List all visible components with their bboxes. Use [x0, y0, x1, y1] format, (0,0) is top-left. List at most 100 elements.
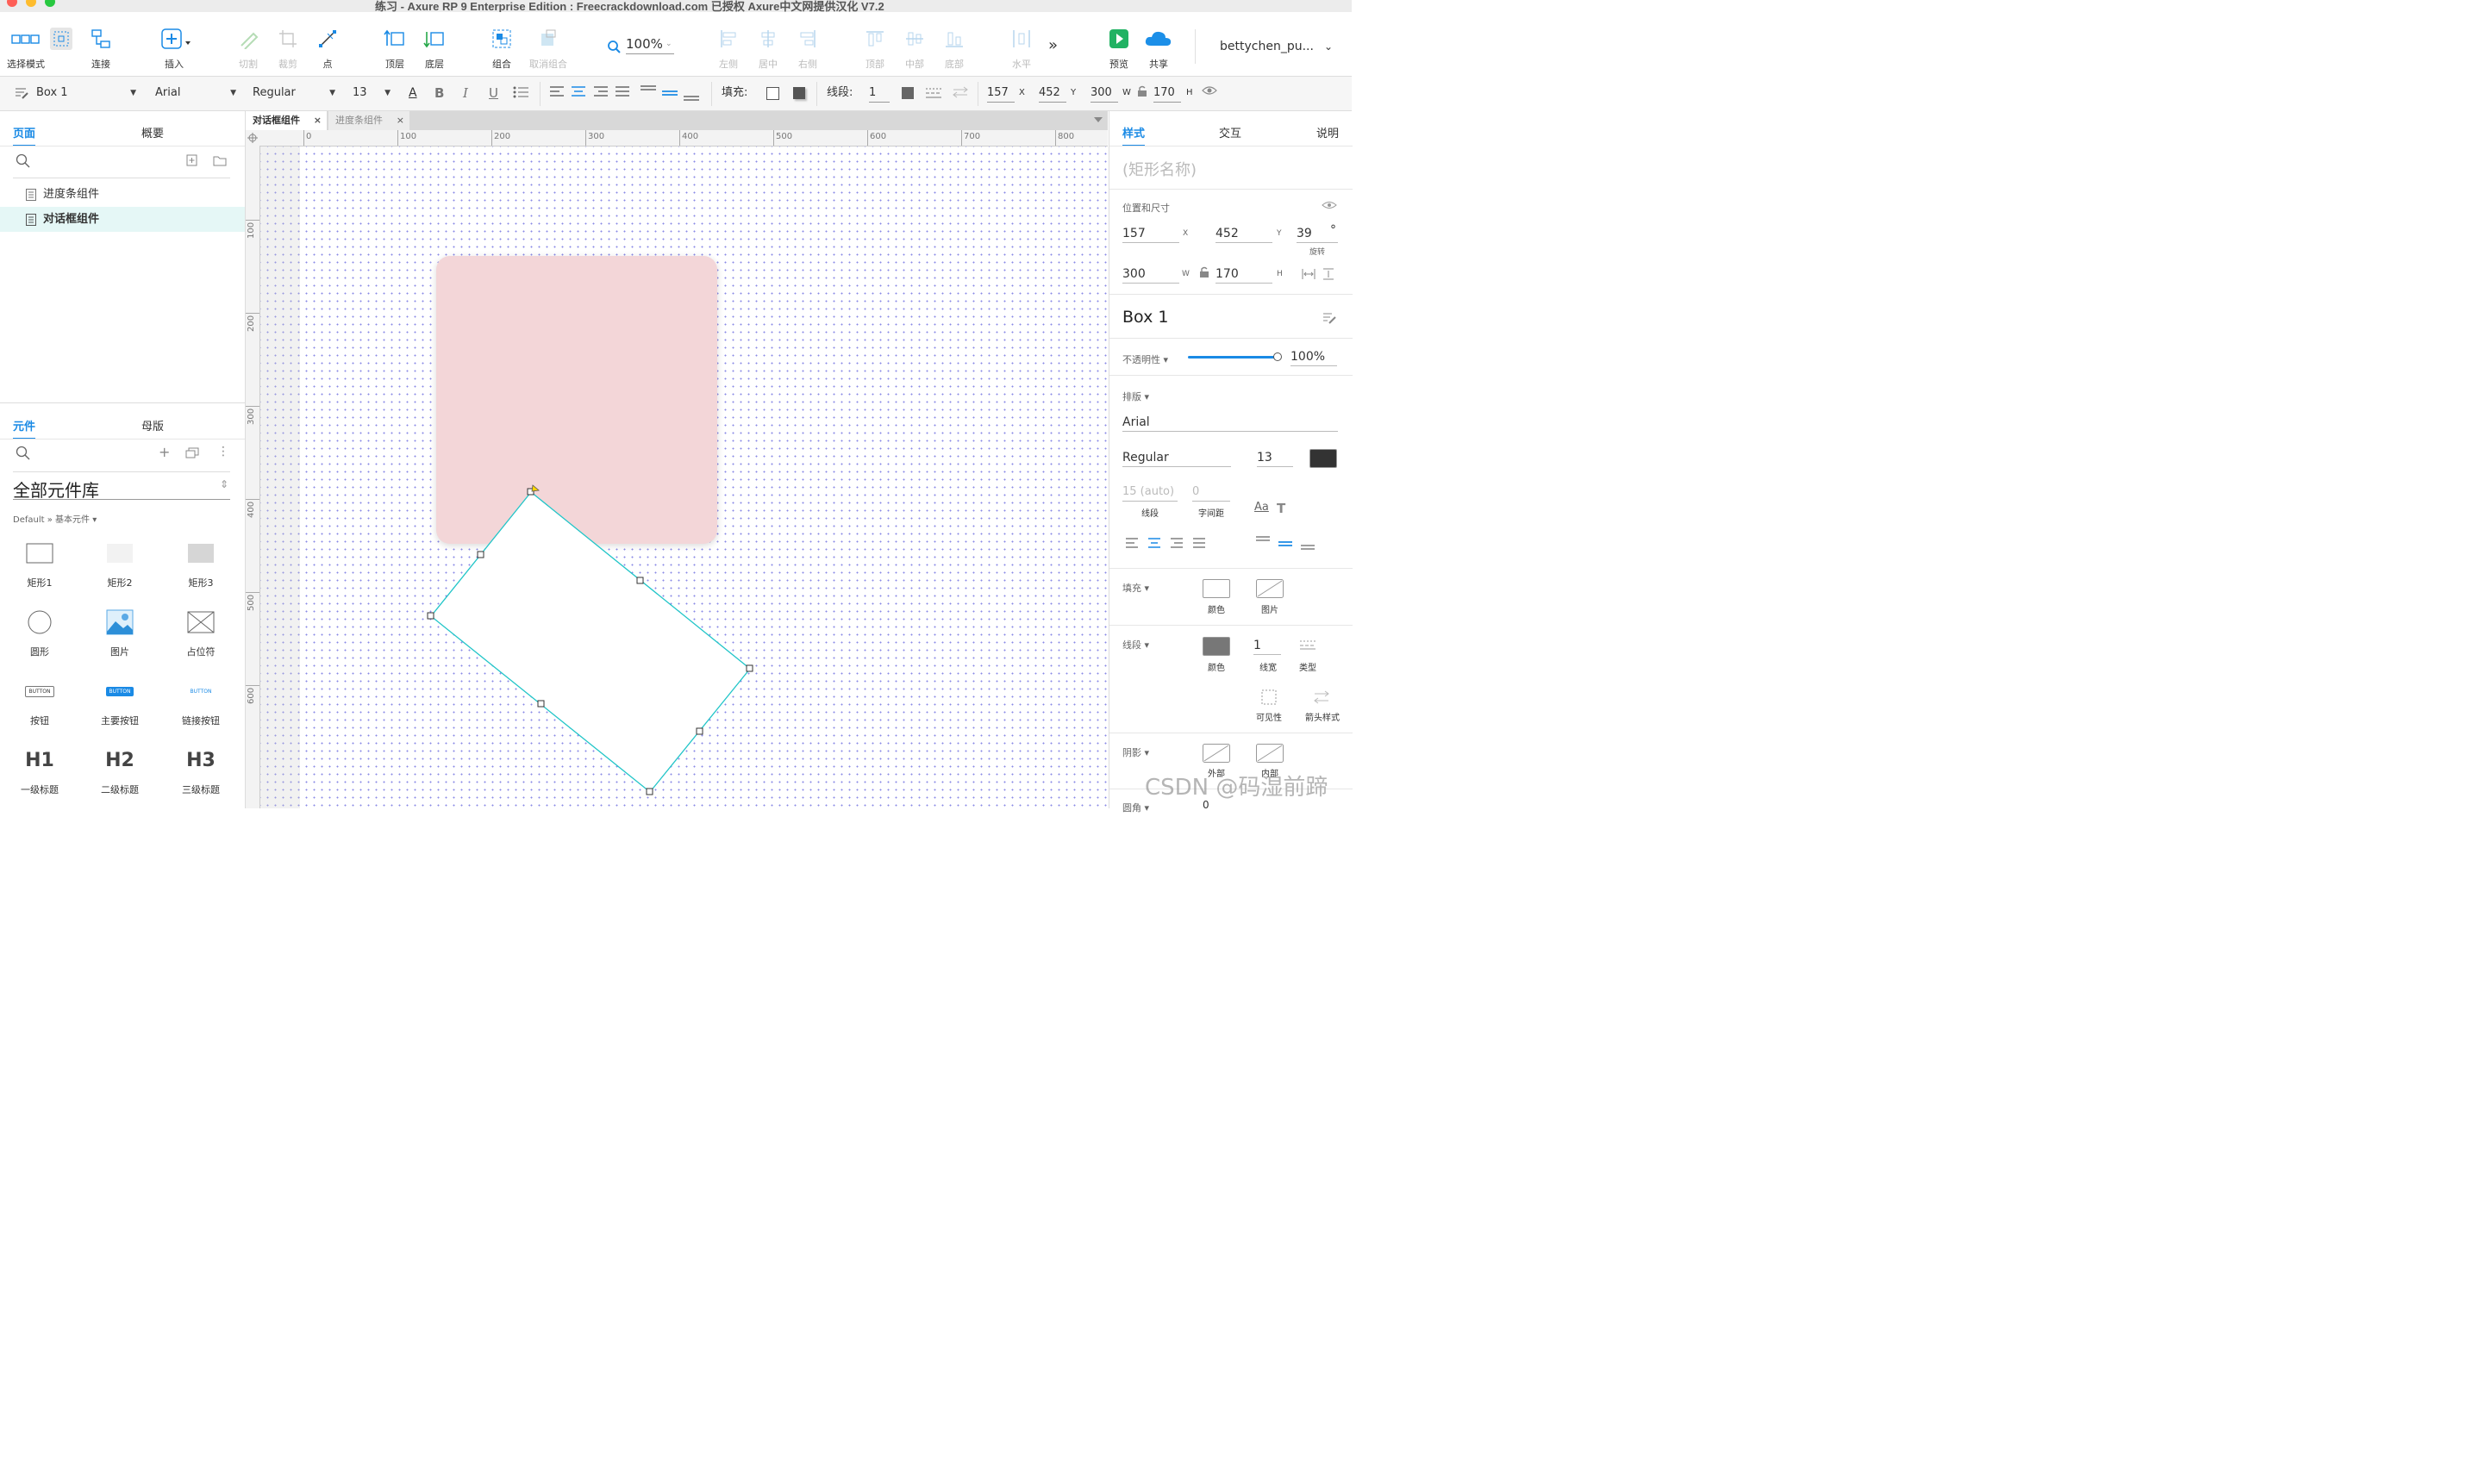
x-field[interactable]: 157	[1122, 225, 1179, 243]
fill-color-swatch[interactable]	[1203, 579, 1230, 598]
fit-width-icon[interactable]	[1301, 267, 1316, 281]
stroke-type-button[interactable]	[925, 84, 942, 102]
widget-placeholder[interactable]: 占位符	[166, 605, 235, 658]
font-color-button[interactable]: A	[409, 84, 417, 102]
align-right-button[interactable]: 右侧	[782, 28, 834, 71]
ungroup-button[interactable]: 取消组合	[522, 28, 574, 71]
opacity-field[interactable]: 100%	[1290, 348, 1337, 366]
fill-image-icon[interactable]	[1256, 579, 1284, 598]
arrow-style-icon[interactable]	[1313, 689, 1330, 705]
tab-outline[interactable]: 概要	[141, 124, 164, 140]
rotated-box-selection[interactable]	[246, 111, 1108, 808]
line-spacing-field[interactable]: 15 (auto)	[1122, 483, 1178, 502]
font-select[interactable]: Arial	[1122, 414, 1338, 432]
italic-button[interactable]: I	[463, 84, 468, 102]
zoom-control[interactable]: 100% ⌄	[607, 36, 674, 55]
widget-rect3[interactable]: 矩形3	[166, 536, 235, 589]
font-style-select[interactable]: Regular ▼	[253, 84, 337, 102]
fill-color-swatch[interactable]	[766, 87, 779, 100]
bullet-list-button[interactable]	[512, 84, 529, 102]
library-select[interactable]: 全部元件库 ⇕	[13, 477, 230, 501]
widget-link-button[interactable]: BUTTON 链接按钮	[166, 674, 235, 727]
visibility-icon[interactable]	[1261, 689, 1277, 705]
add-library-icon[interactable]: +	[159, 444, 170, 460]
fill-section-label[interactable]: 填充 ▾	[1122, 581, 1149, 595]
opacity-slider[interactable]	[1188, 352, 1282, 361]
font-family-select[interactable]: Arial ▼	[155, 84, 238, 102]
underline-button[interactable]: U	[489, 84, 498, 102]
widget-h3[interactable]: H3 三级标题	[166, 743, 235, 796]
page-item[interactable]: 进度条组件	[0, 182, 245, 207]
shadow-section-label[interactable]: 阴影 ▾	[1122, 745, 1149, 759]
x-input[interactable]: 157	[987, 84, 1015, 103]
library-copy-icon[interactable]	[185, 447, 199, 459]
visibility-toggle[interactable]	[1202, 84, 1217, 102]
height-field[interactable]: 170	[1216, 265, 1272, 284]
valign-bottom-button[interactable]	[683, 84, 700, 102]
tab-widgets[interactable]: 元件	[13, 417, 36, 440]
widget-primary-button[interactable]: BUTTON 主要按钮	[85, 674, 154, 727]
widget-h1[interactable]: H1 一级标题	[5, 743, 74, 796]
bold-button[interactable]: B	[434, 84, 444, 102]
edit-style-icon[interactable]	[1322, 311, 1337, 325]
widget-circle[interactable]: 圆形	[5, 605, 74, 658]
point-button[interactable]: 点	[302, 28, 353, 71]
tab-masters[interactable]: 母版	[141, 417, 164, 433]
distribute-horizontal-button[interactable]: 水平	[996, 28, 1047, 71]
valign-top-button[interactable]	[640, 84, 657, 102]
widget-button[interactable]: BUTTON 按钮	[5, 674, 74, 727]
minimize-window-button[interactable]	[26, 0, 36, 7]
tab-notes[interactable]: 说明	[1316, 124, 1339, 140]
text-align-left-button[interactable]	[549, 84, 565, 102]
corner-section-label[interactable]: 圆角 ▾	[1122, 801, 1149, 814]
insert-button[interactable]: 插入	[148, 28, 200, 71]
more-tools-button[interactable]: »	[1048, 36, 1058, 54]
tab-style[interactable]: 样式	[1122, 124, 1146, 147]
widget-h2[interactable]: H2 二级标题	[85, 743, 154, 796]
widget-image[interactable]: 图片	[85, 605, 154, 658]
widget-rect2[interactable]: 矩形2	[85, 536, 154, 589]
connect-button[interactable]: 连接	[75, 28, 127, 71]
typography-label[interactable]: 排版 ▾	[1122, 390, 1149, 403]
opacity-label[interactable]: 不透明性 ▾	[1122, 352, 1168, 366]
text-align-center-button[interactable]	[571, 84, 586, 102]
width-input[interactable]: 300	[1091, 84, 1118, 103]
outer-shadow-icon[interactable]	[1203, 744, 1230, 763]
stroke-type-icon[interactable]	[1299, 639, 1316, 651]
font-size-select[interactable]: 13 ▼	[353, 84, 392, 102]
tab-pages[interactable]: 页面	[13, 124, 36, 147]
height-input[interactable]: 170	[1153, 84, 1181, 103]
tab-interaction[interactable]: 交互	[1219, 124, 1241, 140]
valign-middle-button[interactable]	[661, 84, 678, 102]
shadow-swatch[interactable]	[793, 87, 805, 99]
share-button[interactable]: 共享	[1133, 28, 1184, 71]
y-field[interactable]: 452	[1216, 225, 1272, 243]
char-spacing-field[interactable]: 0	[1192, 483, 1230, 502]
maximize-window-button[interactable]	[45, 0, 55, 7]
stroke-color-swatch[interactable]	[902, 87, 914, 99]
size-field[interactable]: 13	[1257, 449, 1293, 467]
arrow-style-button[interactable]	[952, 84, 969, 102]
page-item-selected[interactable]: 对话框组件	[0, 207, 245, 232]
lock-ratio-button[interactable]	[1137, 85, 1147, 103]
fit-height-icon[interactable]	[1322, 267, 1335, 281]
valign-group[interactable]	[1254, 535, 1318, 551]
text-case-icon[interactable]: Aa	[1254, 501, 1269, 514]
y-input[interactable]: 452	[1039, 84, 1066, 103]
widget-rect1[interactable]: 矩形1	[5, 536, 74, 589]
stroke-width-field[interactable]: 1	[1253, 637, 1281, 655]
opacity-slider-knob[interactable]	[1273, 352, 1282, 361]
inner-shadow-icon[interactable]	[1256, 744, 1284, 763]
text-justify-button[interactable]	[615, 84, 630, 102]
align-bottom-button[interactable]: 底部	[928, 28, 980, 71]
widget-name-select[interactable]: Box 1 ▼	[36, 84, 138, 102]
user-account-menu[interactable]: bettychen_pu... ⌄	[1220, 40, 1333, 53]
stroke-width-input[interactable]: 1	[869, 84, 890, 103]
text-align-group[interactable]	[1125, 537, 1220, 549]
add-folder-icon[interactable]	[213, 154, 227, 166]
library-breadcrumb[interactable]: Default » 基本元件 ▾	[13, 512, 97, 525]
text-shadow-icon[interactable]: T	[1277, 501, 1285, 516]
text-align-right-button[interactable]	[593, 84, 609, 102]
search-widgets-icon[interactable]	[16, 446, 31, 461]
eye-icon[interactable]	[1322, 200, 1337, 210]
